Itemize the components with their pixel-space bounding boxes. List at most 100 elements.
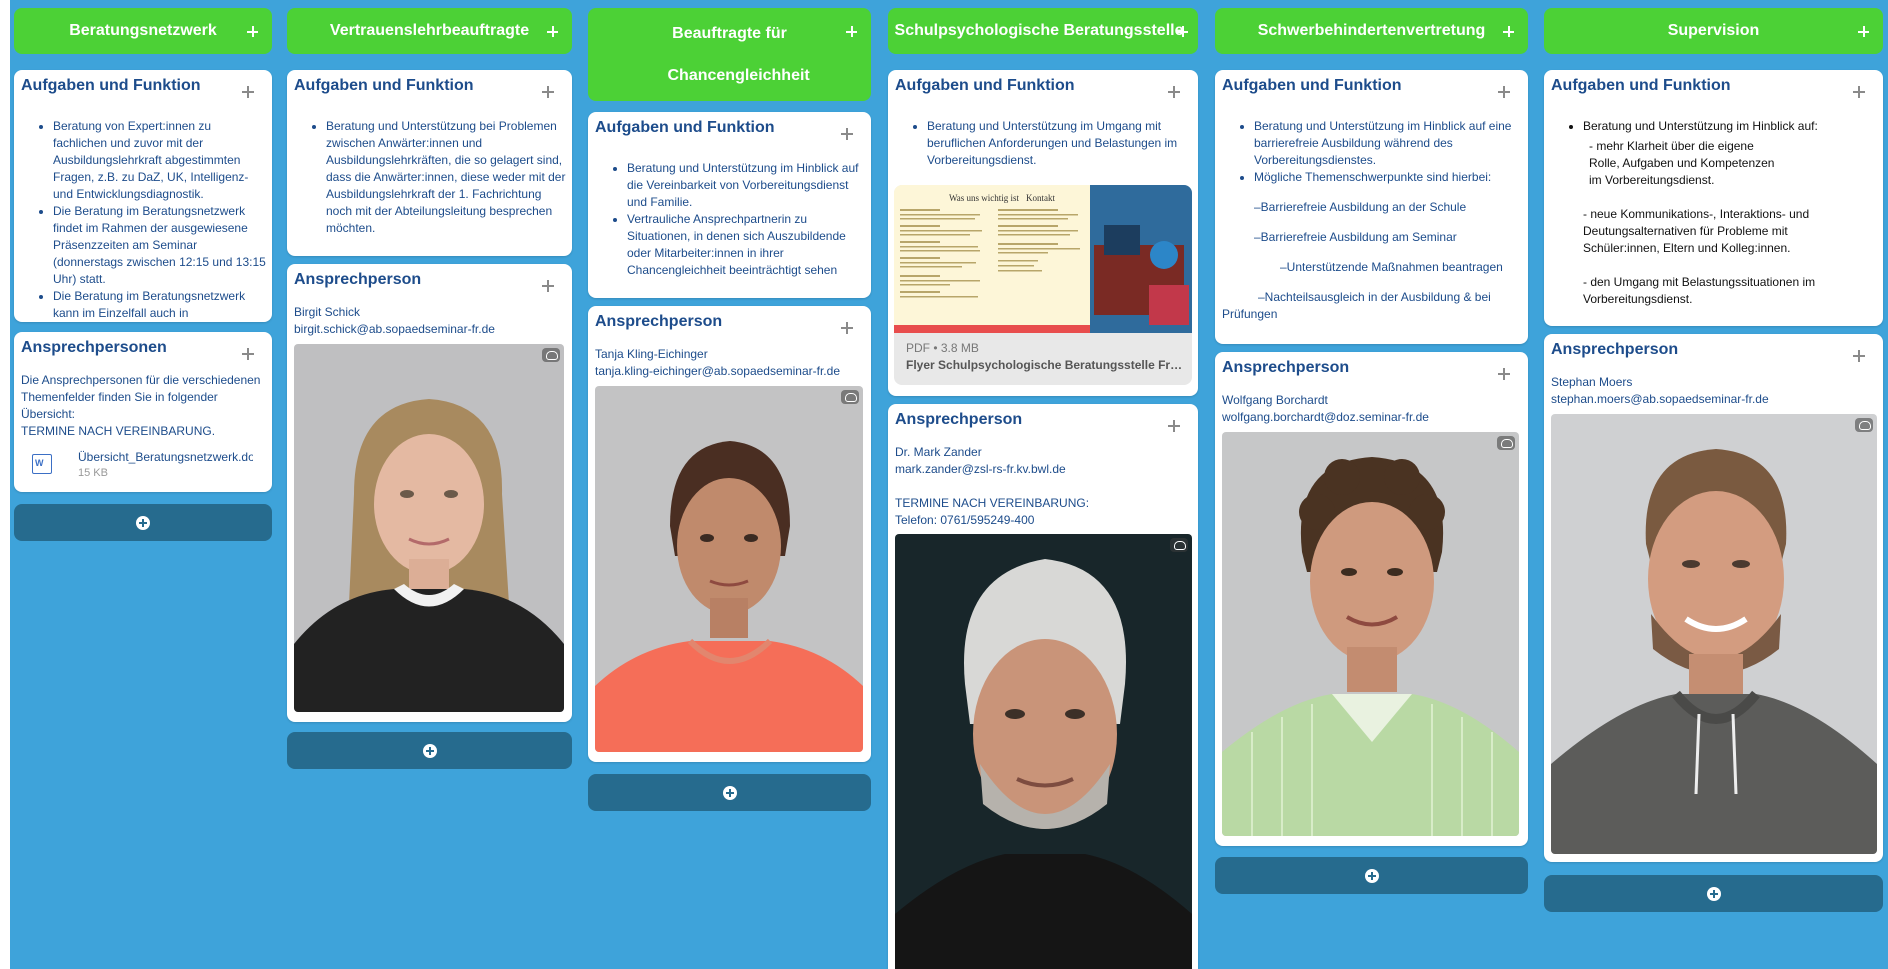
move-icon[interactable]	[242, 86, 254, 98]
task-card[interactable]: Aufgaben und Funktion Beratung und Unter…	[1544, 70, 1883, 326]
portrait-photo[interactable]	[294, 344, 564, 712]
card-body: Beratung und Unterstützung im Hinblick a…	[595, 160, 865, 279]
contact-card[interactable]: Ansprechperson Wolfgang Borchardt wolfga…	[1215, 352, 1528, 846]
contact-note: TERMINE NACH VEREINBARUNG:	[895, 496, 1090, 510]
move-icon[interactable]	[841, 322, 853, 334]
task-card[interactable]: Aufgaben und Funktion Beratung und Unter…	[1215, 70, 1528, 344]
move-icon[interactable]	[1168, 420, 1180, 432]
card-body: Beratung und Unterstützung im Umgang mit…	[895, 118, 1192, 169]
card-body: Beratung und Unterstützung im Hinblick a…	[1551, 118, 1877, 308]
contact-email[interactable]: birgit.schick@ab.sopaedseminar-fr.de	[294, 321, 566, 338]
card-title: Ansprechperson	[1551, 341, 1679, 358]
contact-email[interactable]: wolfgang.borchardt@doz.seminar-fr.de	[1222, 409, 1522, 426]
portrait-photo[interactable]	[895, 534, 1192, 969]
card-body: Birgit Schick birgit.schick@ab.sopaedsem…	[294, 304, 566, 338]
bullet-item: Vertrauliche Ansprechpartnerin zu Situat…	[627, 211, 865, 279]
column-header[interactable]: Schulpsychologische Beratungsstelle	[888, 8, 1198, 54]
add-card-icon[interactable]	[1177, 26, 1188, 37]
bullet-item: Beratung und Unterstützung im Umgang mit…	[927, 118, 1192, 169]
point-item: - neue Kommunikations-, Interaktions- un…	[1583, 207, 1810, 255]
column-title: Schulpsychologische Beratungsstelle	[894, 22, 1184, 39]
contact-name: Birgit Schick	[294, 305, 361, 319]
card-body: Dr. Mark Zander mark.zander@zsl-rs-fr.kv…	[895, 444, 1192, 529]
add-card-button[interactable]	[1544, 875, 1883, 912]
board: Beratungsnetzwerk Aufgaben und Funktion …	[10, 0, 1888, 969]
add-card-button[interactable]	[287, 732, 572, 769]
contact-email[interactable]: stephan.moers@ab.sopaedseminar-fr.de	[1551, 391, 1877, 408]
contact-card[interactable]: Ansprechperson Stephan Moers stephan.moe…	[1544, 334, 1883, 862]
cloud-download-icon[interactable]	[1170, 538, 1188, 552]
add-card-icon[interactable]	[1503, 26, 1514, 37]
column-title: Beauftragte für Chancengleichheit	[667, 24, 810, 84]
move-icon[interactable]	[1853, 350, 1865, 362]
move-icon[interactable]	[1498, 86, 1510, 98]
column-chancengleichheit: Beauftragte für Chancengleichheit Aufgab…	[588, 8, 871, 811]
card-title: Ansprechperson	[294, 271, 422, 288]
card-body: Beratung und Unterstützung im Hinblick a…	[1222, 118, 1522, 323]
cloud-download-icon[interactable]	[542, 348, 560, 362]
portrait-photo[interactable]	[595, 386, 863, 752]
contact-card[interactable]: Ansprechperson Dr. Mark Zander mark.zand…	[888, 404, 1198, 969]
contact-card[interactable]: Ansprechperson Birgit Schick birgit.schi…	[287, 264, 572, 722]
add-card-icon[interactable]	[547, 26, 558, 37]
column-header[interactable]: Beratungsnetzwerk	[14, 8, 272, 54]
bullet-item: Beratung und Unterstützung im Hinblick a…	[1583, 118, 1877, 135]
move-icon[interactable]	[1853, 86, 1865, 98]
card-title: Ansprechperson	[895, 411, 1023, 428]
add-card-icon[interactable]	[1858, 26, 1869, 37]
contact-text: Die Ansprechpersonen für die verschieden…	[21, 373, 261, 421]
add-card-icon[interactable]	[846, 26, 857, 37]
move-icon[interactable]	[542, 86, 554, 98]
pdf-col2-heading: Kontakt	[1026, 193, 1055, 203]
cloud-download-icon[interactable]	[841, 390, 859, 404]
column-title: Supervision	[1667, 22, 1760, 39]
column-title: Vertrauenslehrbeauftragte	[329, 22, 530, 39]
add-card-icon[interactable]	[247, 26, 258, 37]
card-title: Aufgaben und Funktion	[21, 77, 201, 94]
portrait-photo[interactable]	[1222, 432, 1519, 836]
pdf-name: Flyer Schulpsychologische Beratungsstell…	[906, 358, 1186, 372]
contact-card[interactable]: Ansprechpersonen Die Ansprechpersonen fü…	[14, 332, 272, 492]
file-attachment[interactable]: W Übersicht_Beratungsnetzwerk.docx 15 KB	[32, 450, 262, 482]
column-header[interactable]: Supervision	[1544, 8, 1883, 54]
topic-item: –Barrierefreie Ausbildung am Seminar	[1254, 230, 1457, 244]
move-icon[interactable]	[1168, 86, 1180, 98]
bullet-item: Beratung und Unterstützung bei Problemen…	[326, 118, 566, 237]
contact-card[interactable]: Ansprechperson Tanja Kling-Eichinger tan…	[588, 306, 871, 762]
move-icon[interactable]	[242, 348, 254, 360]
pdf-meta: PDF • 3.8 MB	[906, 341, 979, 355]
bullet-item: Beratung und Unterstützung im Hinblick a…	[627, 160, 865, 211]
column-supervision: Supervision Aufgaben und Funktion Beratu…	[1544, 8, 1883, 912]
plus-circle-icon	[722, 785, 737, 800]
move-icon[interactable]	[1498, 368, 1510, 380]
task-card[interactable]: Aufgaben und Funktion Beratung und Unter…	[888, 70, 1198, 396]
task-card[interactable]: Aufgaben und Funktion Beratung und Unter…	[287, 70, 572, 256]
task-card[interactable]: Aufgaben und Funktion Beratung von Exper…	[14, 70, 272, 322]
cloud-download-icon[interactable]	[1855, 418, 1873, 432]
contact-name: Wolfgang Borchardt	[1222, 393, 1328, 407]
move-icon[interactable]	[841, 128, 853, 140]
portrait-photo[interactable]	[1551, 414, 1877, 854]
contact-phone: Telefon: 0761/595249-400	[895, 513, 1035, 527]
bullet-item: Mögliche Themenschwerpunkte sind hierbei…	[1254, 169, 1522, 186]
column-header[interactable]: Schwerbehindertenvertretung	[1215, 8, 1528, 54]
bullet-item: Beratung von Expert:innen zu fachlichen …	[53, 118, 266, 203]
bullet-item: Beratung und Unterstützung im Hinblick a…	[1254, 118, 1522, 169]
move-icon[interactable]	[542, 280, 554, 292]
column-schwerbehindertenvertretung: Schwerbehindertenvertretung Aufgaben und…	[1215, 8, 1528, 894]
add-card-button[interactable]	[14, 504, 272, 541]
point-item: - den Umgang mit Belastungssituationen i…	[1583, 275, 1816, 306]
card-title: Aufgaben und Funktion	[294, 77, 474, 94]
contact-name: Tanja Kling-Eichinger	[595, 347, 708, 361]
contact-email[interactable]: mark.zander@zsl-rs-fr.kv.bwl.de	[895, 461, 1192, 478]
cloud-download-icon[interactable]	[1497, 436, 1515, 450]
add-card-button[interactable]	[1215, 857, 1528, 894]
add-card-button[interactable]	[588, 774, 871, 811]
column-header[interactable]: Vertrauenslehrbeauftragte	[287, 8, 572, 54]
pdf-attachment[interactable]: Was uns wichtig ist Kontakt PDF • 3.8 MB…	[894, 185, 1192, 385]
task-card[interactable]: Aufgaben und Funktion Beratung und Unter…	[588, 112, 871, 298]
card-body: Tanja Kling-Eichinger tanja.kling-eichin…	[595, 346, 865, 380]
contact-email[interactable]: tanja.kling-eichinger@ab.sopaedseminar-f…	[595, 363, 865, 380]
card-body: Stephan Moers stephan.moers@ab.sopaedsem…	[1551, 374, 1877, 408]
column-header[interactable]: Beauftragte für Chancengleichheit	[588, 8, 871, 101]
